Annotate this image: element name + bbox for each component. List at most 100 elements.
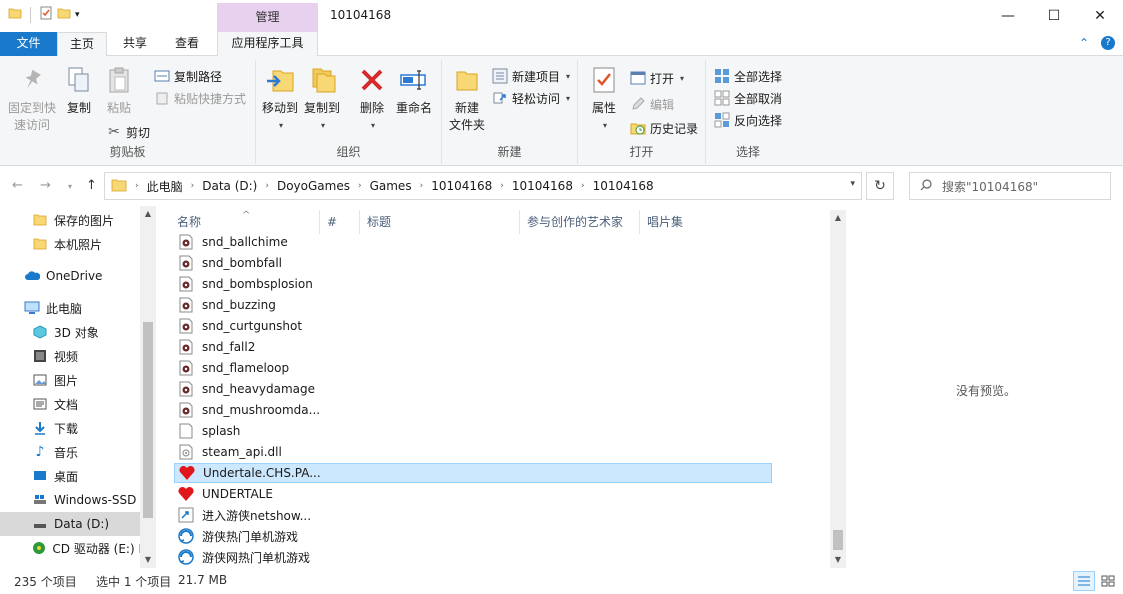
tab-home[interactable]: 主页 [57, 32, 107, 57]
address-dropdown-icon[interactable]: ▾ [850, 179, 855, 189]
column-header-album[interactable]: 唱片集 [640, 210, 770, 234]
nav-item-documents[interactable]: 文档 [0, 392, 142, 416]
file-list-scroll-thumb[interactable] [833, 530, 843, 550]
breadcrumb-arrow-icon[interactable]: › [265, 181, 269, 191]
breadcrumb-arrow-icon[interactable]: › [581, 181, 585, 191]
file-row[interactable]: Undertale.CHS.PA... [174, 463, 772, 483]
tab-share[interactable]: 共享 [113, 32, 157, 56]
refresh-button[interactable]: ↻ [866, 172, 894, 200]
breadcrumb-folder-2[interactable]: 10104168 › [512, 179, 593, 193]
file-row[interactable]: snd_bombsplosion [174, 274, 772, 294]
nav-item-3d-objects[interactable]: 3D 对象 [0, 320, 142, 344]
nav-item-cd-drive[interactable]: CD 驱动器 (E:) I [0, 536, 142, 560]
file-row[interactable]: snd_curtgunshot [174, 316, 772, 336]
breadcrumb-arrow-icon[interactable]: › [500, 181, 504, 191]
breadcrumb-pc[interactable]: 此电脑 › [147, 178, 203, 195]
new-folder-button[interactable]: 新建 文件夹 [446, 64, 488, 134]
edit-button[interactable]: 编辑 [630, 94, 674, 114]
search-input[interactable]: 搜索"10104168" [909, 172, 1111, 200]
new-item-button[interactable]: 新建项目 ▾ [492, 66, 570, 86]
minimize-button[interactable]: — [985, 0, 1031, 32]
select-all-button[interactable]: 全部选择 [714, 66, 782, 86]
tab-app-tools[interactable]: 应用程序工具 [217, 32, 318, 56]
breadcrumb-arrow-icon[interactable]: › [135, 181, 139, 191]
file-row[interactable]: UNDERTALE [174, 484, 772, 504]
file-row[interactable]: snd_buzzing [174, 295, 772, 315]
column-header-artists[interactable]: 参与创作的艺术家 [520, 210, 640, 234]
address-bar[interactable]: › 此电脑 › Data (D:) › DoyoGames › Games › 1010… [104, 172, 862, 200]
file-row[interactable]: snd_ballchime [174, 232, 772, 252]
breadcrumb-folder-3[interactable]: 10104168 [593, 179, 654, 193]
breadcrumb-folder-1[interactable]: 10104168 › [431, 179, 512, 193]
file-row[interactable]: steam_api.dll [174, 442, 772, 462]
forward-arrow-icon[interactable]: → [40, 178, 51, 193]
file-row[interactable]: 游侠网热门单机游戏 [174, 547, 772, 567]
file-row[interactable]: snd_mushroomda... [174, 400, 772, 420]
history-button[interactable]: 历史记录 [630, 118, 698, 138]
copy-path-button[interactable]: 复制路径 [154, 66, 222, 86]
cut-button[interactable]: ✂ 剪切 [106, 122, 150, 142]
nav-item-downloads[interactable]: 下载 [0, 416, 142, 440]
rename-button[interactable]: 重命名 [392, 64, 436, 117]
nav-item-onedrive[interactable]: OneDrive [0, 264, 142, 288]
nav-pane-scroll-thumb[interactable] [143, 322, 153, 518]
scroll-up-icon[interactable]: ▲ [830, 210, 846, 226]
nav-item-videos[interactable]: 视频 [0, 344, 142, 368]
details-view-icon[interactable] [1073, 571, 1095, 591]
pin-quick-access-button[interactable]: 固定到快 速访问 [4, 64, 60, 134]
properties-button[interactable]: 属性 ▾ [586, 64, 622, 134]
column-header-title[interactable]: 标题 [360, 210, 520, 234]
nav-item-music[interactable]: ♪ 音乐 [0, 440, 142, 464]
up-arrow-icon[interactable]: ↑ [86, 178, 97, 193]
file-row[interactable]: snd_flameloop [174, 358, 772, 378]
nav-item-data-d[interactable]: Data (D:) [0, 512, 142, 536]
back-arrow-icon[interactable]: ← [12, 178, 23, 193]
nav-item-desktop[interactable]: 桌面 [0, 464, 142, 488]
file-row[interactable]: snd_heavydamage [174, 379, 772, 399]
collapse-ribbon-icon[interactable]: ⌃ [1079, 36, 1089, 50]
scroll-down-icon[interactable]: ▼ [140, 552, 156, 568]
easy-access-button[interactable]: 轻松访问 ▾ [492, 88, 570, 108]
scroll-up-icon[interactable]: ▲ [140, 206, 156, 222]
customize-toolbar-icon[interactable]: ▾ [75, 10, 80, 20]
breadcrumb-doyogames[interactable]: DoyoGames › [277, 179, 370, 193]
nav-pane-scrollbar[interactable]: ▲ ▼ [140, 206, 156, 568]
column-header-name[interactable]: ^ 名称 [170, 210, 320, 234]
breadcrumb-arrow-icon[interactable]: › [358, 181, 362, 191]
recent-locations-icon[interactable]: ▾ [68, 182, 72, 191]
paste-button[interactable]: 粘贴 [102, 64, 136, 117]
file-row[interactable]: 进入游侠netshow... [174, 505, 772, 525]
breadcrumb-arrow-icon[interactable]: › [420, 181, 424, 191]
copy-to-button[interactable]: 复制到 ▾ [302, 64, 342, 134]
scroll-down-icon[interactable]: ▼ [830, 552, 846, 568]
new-folder-icon[interactable] [57, 6, 71, 23]
paste-shortcut-button[interactable]: 粘贴快捷方式 [154, 88, 246, 108]
nav-item-windows-ssd[interactable]: Windows-SSD [0, 488, 142, 512]
file-row[interactable]: snd_bombfall [174, 253, 772, 273]
help-icon[interactable]: ? [1101, 36, 1115, 50]
copy-button[interactable]: 复制 [62, 64, 96, 117]
delete-button[interactable]: 删除 ▾ [356, 64, 388, 134]
file-row[interactable]: splash [174, 421, 772, 441]
nav-item-pictures[interactable]: 图片 [0, 368, 142, 392]
nav-item-this-pc[interactable]: 此电脑 [0, 296, 142, 320]
file-list-scrollbar[interactable]: ▲ ▼ [830, 210, 846, 568]
nav-item-camera-roll[interactable]: 本机照片 [0, 232, 142, 256]
open-button[interactable]: 打开 ▾ [630, 68, 684, 88]
close-button[interactable]: ✕ [1077, 0, 1123, 32]
file-row[interactable]: snd_fall2 [174, 337, 772, 357]
tab-file[interactable]: 文件 [0, 32, 57, 56]
nav-item-saved-pictures[interactable]: 保存的图片 [0, 208, 142, 232]
invert-selection-button[interactable]: 反向选择 [714, 110, 782, 130]
maximize-button[interactable]: ☐ [1031, 0, 1077, 32]
properties-check-icon[interactable] [39, 6, 53, 23]
file-row[interactable]: 游侠热门单机游戏 [174, 526, 772, 546]
select-none-button[interactable]: 全部取消 [714, 88, 782, 108]
tab-view[interactable]: 查看 [165, 32, 209, 56]
breadcrumb-arrow-icon[interactable]: › [191, 181, 195, 191]
column-header-number[interactable]: # [320, 210, 360, 234]
breadcrumb-games[interactable]: Games › [370, 179, 432, 193]
large-icons-view-icon[interactable] [1097, 571, 1119, 591]
breadcrumb-drive-d[interactable]: Data (D:) › [202, 179, 277, 193]
move-to-button[interactable]: 移动到 ▾ [260, 64, 300, 134]
